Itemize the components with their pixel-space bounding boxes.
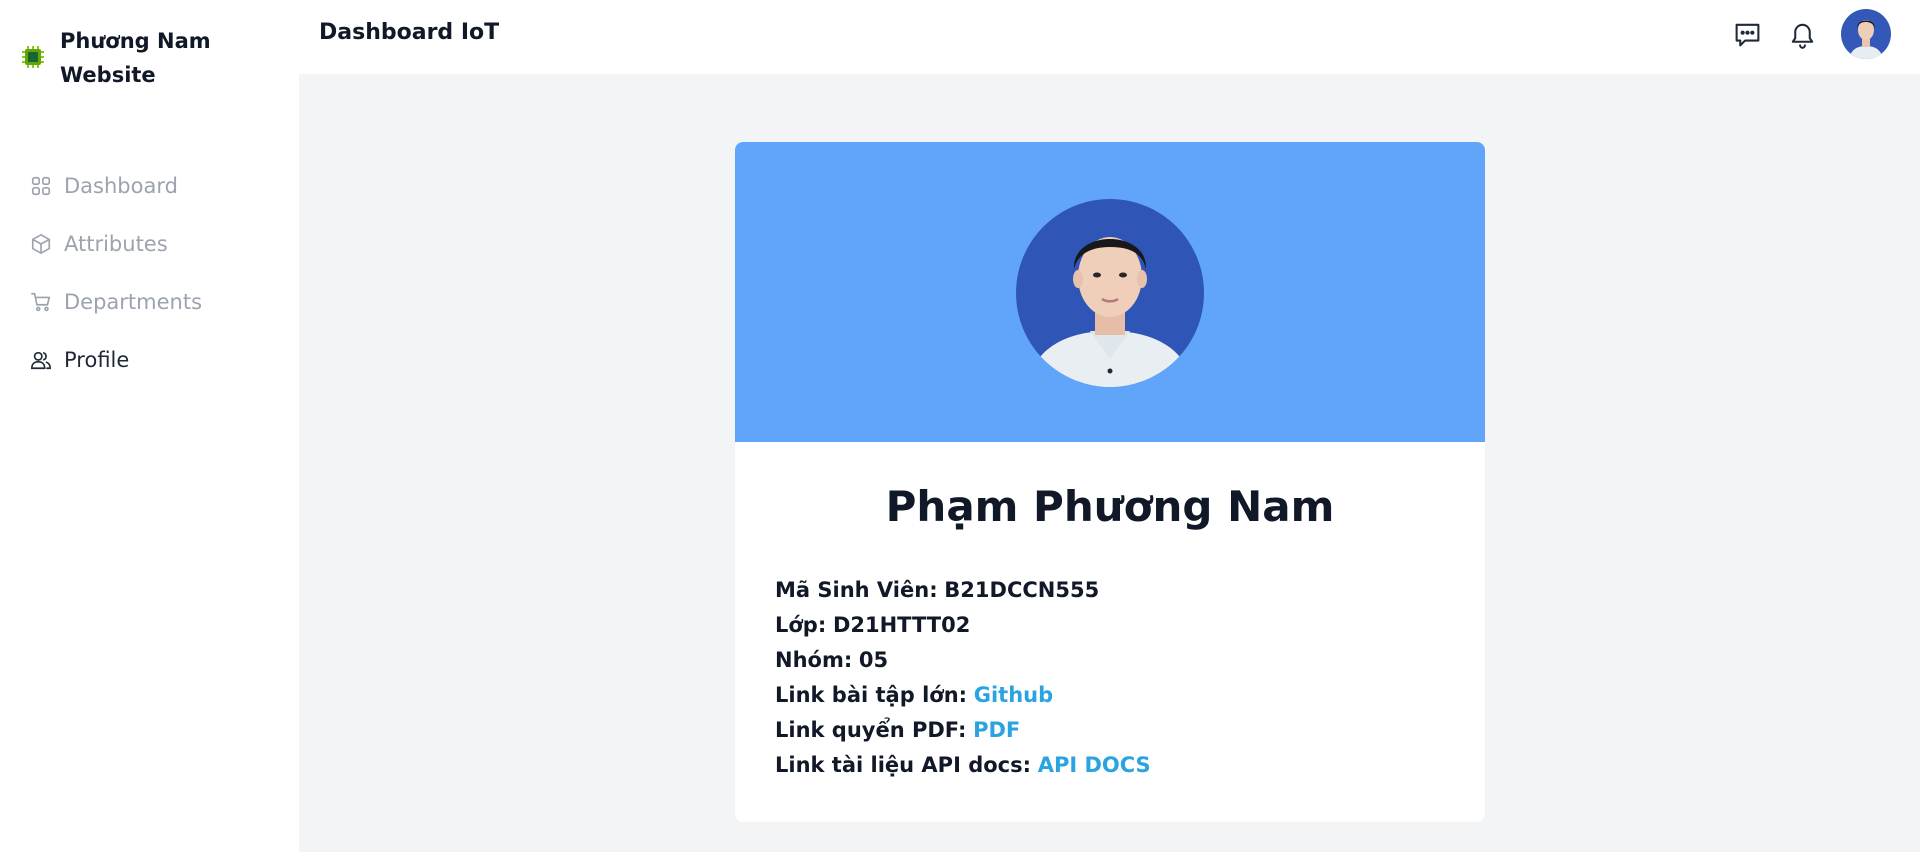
avatar-photo [1841,9,1891,59]
sidebar-item-label: Profile [64,348,130,372]
profile-banner [735,142,1485,442]
sidebar-item-label: Attributes [64,232,168,256]
group-label: Nhóm: [775,648,853,672]
project-link-row: Link bài tập lớn: Github [775,678,1151,713]
sidebar-item-dashboard[interactable]: Dashboard [30,157,202,215]
sidebar-item-label: Departments [64,290,203,314]
project-link-label: Link bài tập lớn: [775,683,968,707]
chip-icon [22,46,44,68]
cart-icon [31,292,51,312]
student-id-value: B21DCCN555 [944,578,1100,602]
sidebar-item-label: Dashboard [64,174,178,198]
sidebar-item-attributes[interactable]: Attributes [30,215,202,273]
top-header: Dashboard IoT [299,0,1920,74]
profile-card: Phạm Phương Nam Mã Sinh Viên: B21DCCN555… [735,142,1485,822]
brand[interactable]: Phương Nam Website [20,24,230,92]
pdf-link-row: Link quyển PDF: PDF [775,713,1151,748]
notifications-button[interactable] [1786,18,1818,50]
profile-avatar [1016,199,1204,387]
group-row: Nhóm: 05 [775,643,1151,678]
header-actions [1731,9,1891,59]
message-icon [1735,23,1759,46]
main-content: Phạm Phương Nam Mã Sinh Viên: B21DCCN555… [299,74,1920,852]
class-value: D21HTTT02 [832,613,971,637]
grid-icon [31,176,51,196]
page-title: Dashboard IoT [319,20,500,45]
student-id-label: Mã Sinh Viên: [775,578,938,602]
sidebar-item-departments[interactable]: Departments [30,273,202,331]
user-avatar[interactable] [1841,9,1891,59]
github-link[interactable]: Github [974,683,1053,707]
group-value: 05 [858,648,889,672]
sidebar-nav: Dashboard Attributes Departments Profile [30,157,202,389]
bell-icon [1791,23,1813,49]
brand-name: Phương Nam Website [60,29,211,87]
api-docs-link[interactable]: API DOCS [1038,753,1151,777]
api-docs-link-row: Link tài liệu API docs: API DOCS [775,748,1151,783]
cube-icon [31,234,51,254]
student-id-row: Mã Sinh Viên: B21DCCN555 [775,573,1151,608]
avatar-photo [1016,199,1204,387]
pdf-link[interactable]: PDF [973,718,1020,742]
users-icon [31,351,51,370]
profile-info: Mã Sinh Viên: B21DCCN555 Lớp: D21HTTT02 … [775,573,1151,783]
pdf-link-label: Link quyển PDF: [775,718,967,742]
api-docs-link-label: Link tài liệu API docs: [775,753,1031,777]
sidebar-item-profile[interactable]: Profile [30,331,202,389]
class-row: Lớp: D21HTTT02 [775,608,1151,643]
class-label: Lớp: [775,613,827,637]
messages-button[interactable] [1731,18,1763,50]
sidebar: Phương Nam Website Dashboard Attributes … [0,0,299,852]
profile-name: Phạm Phương Nam [885,482,1335,531]
